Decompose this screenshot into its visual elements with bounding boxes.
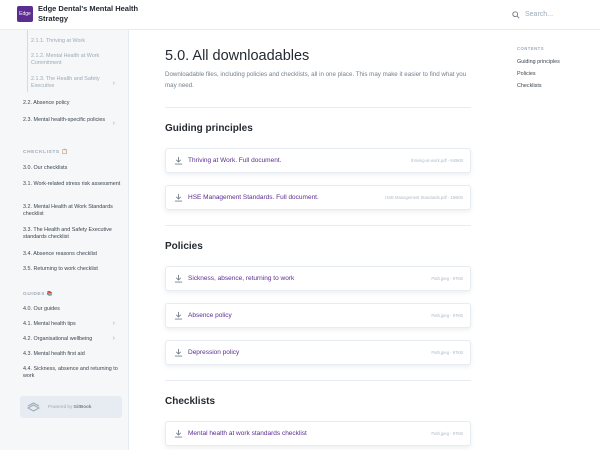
sidebar-item-absence-policy[interactable]: 2.2. Absence policy <box>23 100 123 107</box>
file-card[interactable]: HSE Management Standards. Full document.… <box>165 185 471 210</box>
search-icon <box>512 10 520 19</box>
sidebar-item-hse[interactable]: 2.1.3. The Health and Safety Executive <box>31 76 111 90</box>
toc-item-guiding-principles[interactable]: Guiding principles <box>517 59 560 65</box>
powered-by-label: Powered by GitBook <box>48 404 91 409</box>
sidebar-item-returning-to-work-checklist[interactable]: 3.5. Returning to work checklist <box>23 266 123 273</box>
site-logo[interactable]: Edge <box>17 6 33 22</box>
sidebar-item-sickness-absence-return[interactable]: 4.4. Sickness, absence and returning to … <box>23 366 123 380</box>
section-heading-guiding-principles: Guiding principles <box>165 123 253 134</box>
chevron-right-icon[interactable]: › <box>113 80 115 87</box>
download-icon <box>174 156 183 165</box>
powered-by-prefix: Powered by <box>48 404 73 409</box>
sidebar-item-thriving-at-work[interactable]: 2.1.1. Thriving at Work <box>31 38 111 45</box>
sidebar-item-mh-first-aid[interactable]: 4.3. Mental health first aid <box>23 351 123 358</box>
sidebar-item-mh-tips[interactable]: 4.1. Mental health tips <box>23 321 123 328</box>
sidebar-item-our-guides[interactable]: 4.0. Our guides <box>23 306 123 313</box>
file-name: Absence policy <box>188 312 232 319</box>
file-meta: HSE Management Standards.pdf - 166KB <box>385 195 463 200</box>
section-heading-policies: Policies <box>165 241 203 252</box>
powered-by-gitbook[interactable]: Powered by GitBook <box>20 396 122 418</box>
top-header: Edge Edge Dental's Mental Health Strateg… <box>0 0 600 30</box>
sidebar-item-org-wellbeing[interactable]: 4.2. Organisational wellbeing <box>23 336 123 343</box>
sidebar-item-stress-risk-assessment[interactable]: 3.1. Work-related stress risk assessment <box>23 181 123 188</box>
toc-item-policies[interactable]: Policies <box>517 71 536 77</box>
divider <box>165 107 471 108</box>
search-placeholder: Search... <box>525 11 554 18</box>
sidebar-item-mh-standards-checklist[interactable]: 3.2. Mental Health at Work Standards che… <box>23 204 123 218</box>
powered-by-brand: GitBook <box>73 404 92 409</box>
file-name: Mental health at work standards checklis… <box>188 430 307 437</box>
download-icon <box>174 429 183 438</box>
toc-heading: CONTENTS <box>517 46 545 51</box>
file-card[interactable]: Sickness, absence, returning to work Pat… <box>165 266 471 291</box>
chevron-right-icon[interactable]: › <box>113 120 115 127</box>
sidebar-item-hse-standards-checklist[interactable]: 3.3. The Health and Safety Executive sta… <box>23 227 123 241</box>
download-icon <box>174 311 183 320</box>
table-of-contents: CONTENTS Guiding principles Policies Che… <box>508 30 600 450</box>
sidebar-section-checklists: CHECKLISTS 📋 <box>23 150 69 155</box>
file-name: Thriving at Work. Full document. <box>188 157 282 164</box>
file-name: Depression policy <box>188 349 240 356</box>
download-icon <box>174 193 183 202</box>
file-card[interactable]: Absence policy Path.jpeg - 97KB <box>165 303 471 328</box>
file-meta: Path.jpeg - 97KB <box>431 313 463 318</box>
sidebar-section-guides: GUIDES 📚 <box>23 292 54 297</box>
page-title: 5.0. All downloadables <box>165 48 310 64</box>
file-card[interactable]: Mental health at work standards checklis… <box>165 421 471 446</box>
sidebar: 2.1.1. Thriving at Work 2.1.2. Mental He… <box>0 30 129 450</box>
file-card[interactable]: Thriving at Work. Full document. thrivin… <box>165 148 471 173</box>
download-icon <box>174 274 183 283</box>
chevron-right-icon[interactable]: › <box>113 320 115 327</box>
sidebar-item-absence-reasons-checklist[interactable]: 3.4. Absence reasons checklist <box>23 251 123 258</box>
file-name: Sickness, absence, returning to work <box>188 275 295 282</box>
chevron-right-icon[interactable]: › <box>113 335 115 342</box>
gitbook-logo-icon <box>27 402 40 412</box>
divider <box>165 380 471 381</box>
file-meta: Path.jpeg - 97KB <box>431 276 463 281</box>
sidebar-item-mh-at-work-commitment[interactable]: 2.1.2. Mental Health at Work Commitment <box>31 53 111 67</box>
file-name: HSE Management Standards. Full document. <box>188 194 319 201</box>
toc-item-checklists[interactable]: Checklists <box>517 83 542 89</box>
file-meta: Path.jpeg - 97KB <box>431 431 463 436</box>
sidebar-item-mh-specific-policies[interactable]: 2.3. Mental health-specific policies <box>23 117 123 124</box>
main-content: 5.0. All downloadables Downloadable file… <box>129 30 508 450</box>
divider <box>165 225 471 226</box>
page-description: Downloadable files, including policies a… <box>165 71 467 89</box>
file-card[interactable]: Depression policy Path.jpeg - 97KB <box>165 340 471 365</box>
submenu-rule <box>27 30 28 92</box>
file-meta: Path.jpeg - 97KB <box>431 350 463 355</box>
file-meta: thriving-at-work.pdf - 649KB <box>411 158 463 163</box>
download-icon <box>174 348 183 357</box>
sidebar-item-our-checklists[interactable]: 3.0. Our checklists <box>23 165 123 172</box>
section-heading-checklists: Checklists <box>165 396 216 407</box>
site-title[interactable]: Edge Dental's Mental Health Strategy <box>38 4 148 24</box>
search-input[interactable]: Search... <box>512 9 553 20</box>
